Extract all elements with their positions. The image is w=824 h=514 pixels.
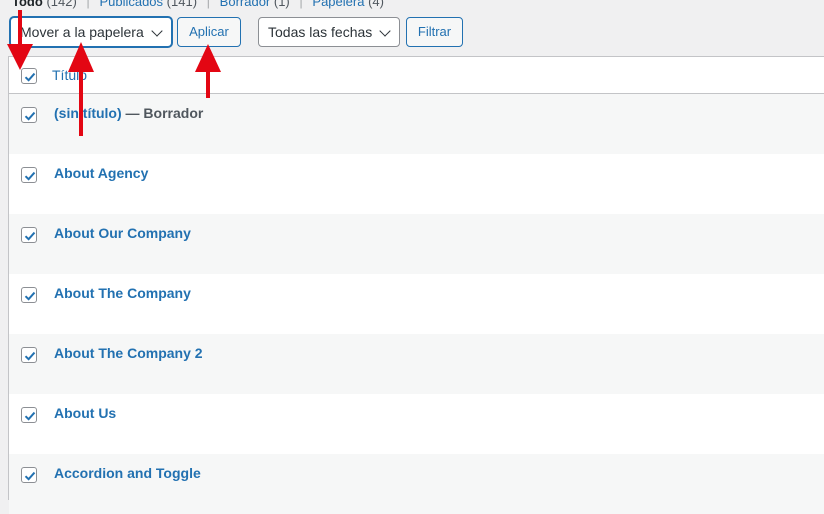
table-row: About Our Company xyxy=(9,214,824,274)
row-title: About Our Company xyxy=(54,225,191,241)
row-title-link[interactable]: About Our Company xyxy=(54,225,191,241)
row-title: About Us xyxy=(54,405,116,421)
table-row: About The Company 2 xyxy=(9,334,824,394)
filter-button[interactable]: Filtrar xyxy=(406,17,463,47)
status-separator: | xyxy=(299,0,303,9)
status-published-link[interactable]: Publicados xyxy=(99,0,163,9)
post-status-filters: Todo (142) | Publicados (141) | Borrador… xyxy=(12,0,384,10)
row-post-state: — Borrador xyxy=(121,105,204,121)
checkmark-icon xyxy=(24,351,36,361)
checkmark-icon xyxy=(24,471,36,481)
status-trash-link[interactable]: Papelera xyxy=(312,0,364,9)
status-separator: | xyxy=(206,0,211,9)
date-filter-selected-value: Todas las fechas xyxy=(268,24,373,40)
row-title-link[interactable]: Accordion and Toggle xyxy=(54,465,201,481)
row-checkbox[interactable] xyxy=(21,347,37,363)
row-checkbox[interactable] xyxy=(21,167,37,183)
row-checkbox[interactable] xyxy=(21,467,37,483)
table-row: About Us xyxy=(9,394,824,454)
row-checkbox[interactable] xyxy=(21,107,37,123)
checkmark-icon xyxy=(24,72,36,82)
checkmark-icon xyxy=(24,111,36,121)
checkmark-icon xyxy=(24,291,36,301)
table-row: (sin título) — Borrador xyxy=(9,94,824,154)
row-checkbox[interactable] xyxy=(21,407,37,423)
status-all-count: (142) xyxy=(46,0,77,9)
row-title-link[interactable]: About The Company xyxy=(54,285,191,301)
row-title: About The Company xyxy=(54,285,191,301)
checkmark-icon xyxy=(24,171,36,181)
row-title-link[interactable]: About Agency xyxy=(54,165,148,181)
posts-table: Título (sin título) — Borrador About Age… xyxy=(9,56,824,514)
checkmark-icon xyxy=(24,231,36,241)
date-filter-select[interactable]: Todas las fechas xyxy=(258,17,400,47)
row-title-link[interactable]: About The Company 2 xyxy=(54,345,203,361)
status-trash-count: (4) xyxy=(368,0,384,9)
row-checkbox[interactable] xyxy=(21,287,37,303)
table-row: About The Company xyxy=(9,274,824,334)
chevron-down-icon xyxy=(379,25,391,37)
table-row: Accordion and Toggle xyxy=(9,454,824,514)
row-title: About Agency xyxy=(54,165,148,181)
status-draft-count: (1) xyxy=(273,0,290,9)
status-draft-link[interactable]: Borrador xyxy=(220,0,271,9)
table-header: Título xyxy=(9,56,824,94)
annotation-arrow-up-icon xyxy=(68,42,94,136)
annotation-arrow-up-icon xyxy=(195,44,221,98)
chevron-down-icon xyxy=(151,25,163,37)
row-title-link[interactable]: About Us xyxy=(54,405,116,421)
row-title: Accordion and Toggle xyxy=(54,465,201,481)
checkmark-icon xyxy=(24,411,36,421)
row-title: About The Company 2 xyxy=(54,345,203,361)
annotation-arrow-down-icon xyxy=(7,10,33,70)
status-published-count: (141) xyxy=(166,0,198,9)
row-checkbox[interactable] xyxy=(21,227,37,243)
status-separator: | xyxy=(86,0,90,9)
table-row: About Agency xyxy=(9,154,824,214)
